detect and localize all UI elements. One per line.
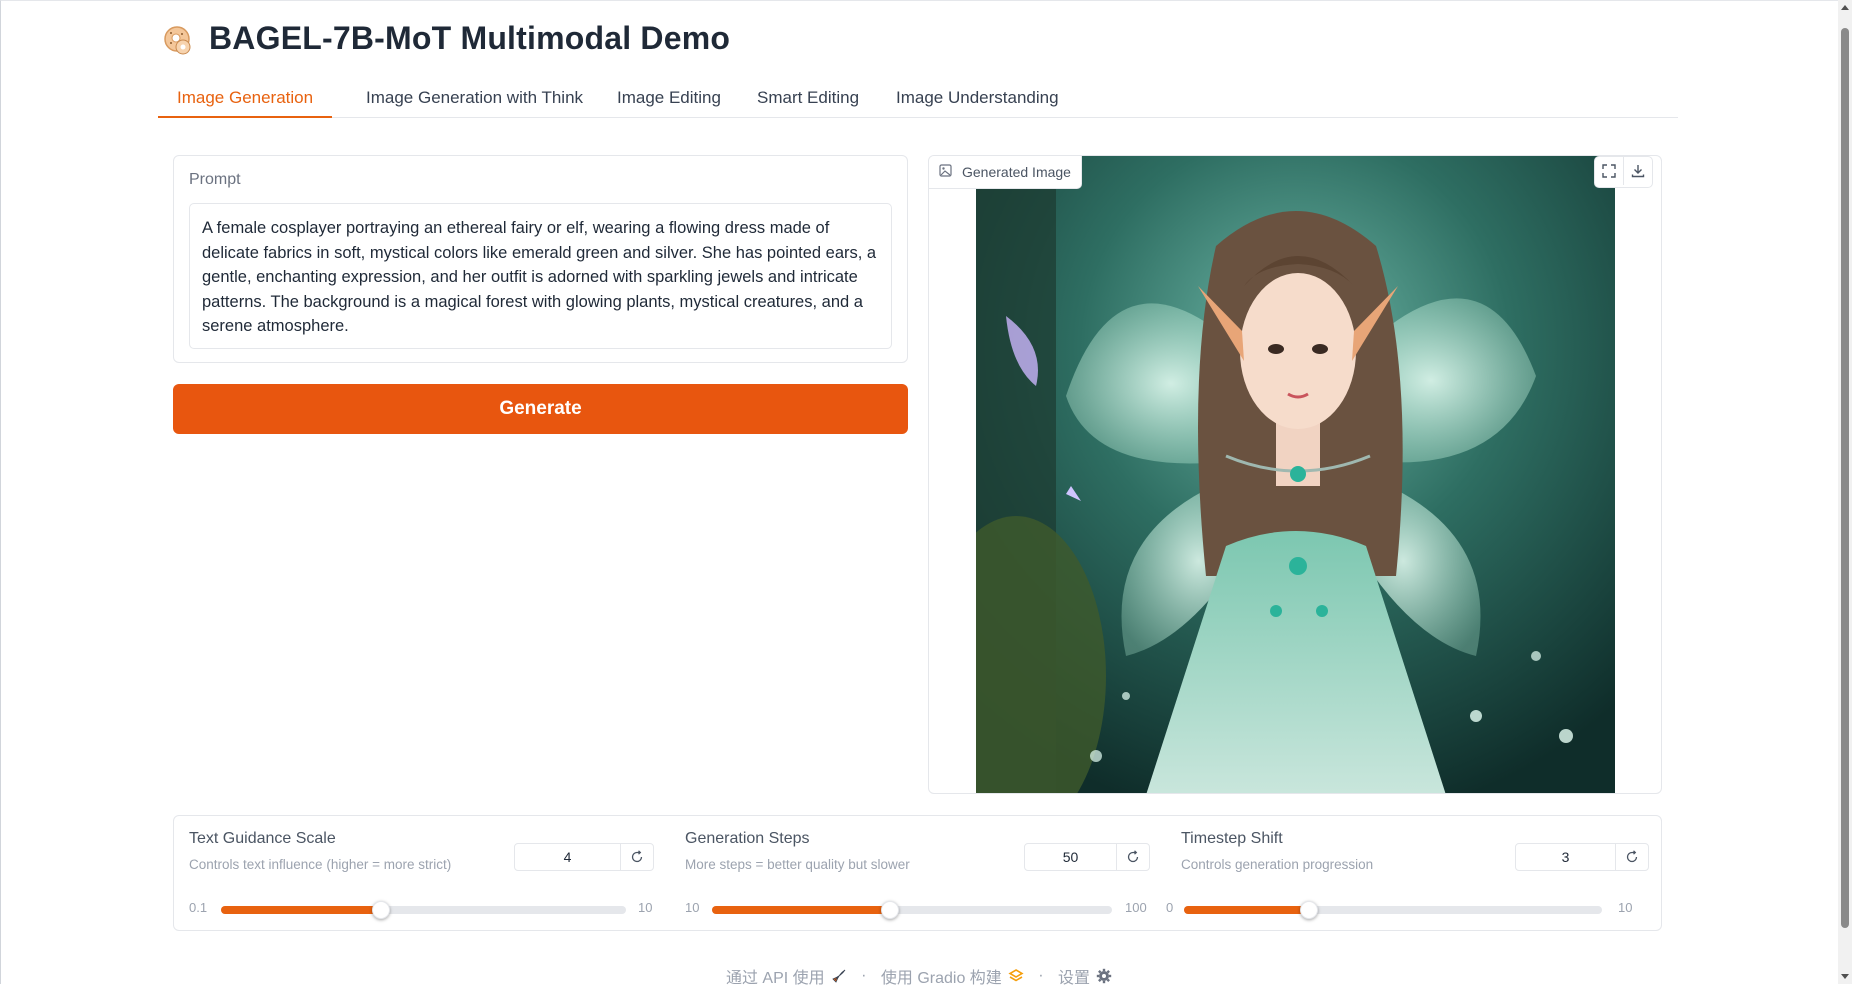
settings-panel: Text Guidance Scale Controls text influe… [173,815,1662,931]
tab-smart-editing[interactable]: Smart Editing [738,80,878,116]
image-actions [1594,156,1653,188]
bagel-icon [162,24,196,58]
slider-thumb[interactable] [371,901,390,919]
generated-image [976,156,1615,793]
tab-image-generation-with-think[interactable]: Image Generation with Think [347,80,602,116]
built-with-gradio-link[interactable]: 使用 Gradio 构建 [881,967,1024,987]
slider-max: 10 [1618,900,1633,915]
prompt-panel: Prompt A female cosplayer portraying an … [173,155,908,363]
generated-image-label-text: Generated Image [962,164,1071,180]
slider-fill [712,906,890,914]
footer-separator: · [1038,967,1044,984]
prompt-textarea[interactable]: A female cosplayer portraying an etherea… [189,203,892,349]
slider-min: 0.1 [189,900,208,915]
tab-image-editing[interactable]: Image Editing [598,80,740,116]
tab-image-generation[interactable]: Image Generation [158,80,333,118]
tab-image-understanding[interactable]: Image Understanding [877,80,1078,116]
slider-fill [221,906,381,914]
page-title: BAGEL-7B-MoT Multimodal Demo [209,20,731,56]
generated-image-label: Generated Image [929,156,1082,189]
rocket-icon [831,968,847,984]
slider-fill [1184,906,1310,914]
slider-value-input[interactable]: 50 [1025,844,1117,870]
footer: 通过 API 使用 · 使用 Gradio 构建 · 设置 [0,964,1838,988]
image-icon [939,164,962,180]
slider-track[interactable] [221,901,626,919]
slider-min: 0 [1166,900,1174,915]
reset-icon[interactable] [621,844,653,870]
slider-label: Timestep Shift [1181,830,1283,847]
generated-image-panel: Generated Image [928,155,1662,794]
slider-info: Controls generation progression [1181,857,1374,872]
slider-number-input: 3 [1515,843,1649,871]
slider-number-input: 4 [514,843,654,871]
generation-steps-slider: Generation Steps More steps = better qua… [670,816,1166,930]
gradio-logo-icon [1008,968,1024,984]
slider-track[interactable] [712,901,1112,919]
gear-icon [1096,968,1112,984]
timestep-shift-slider: Timestep Shift Controls generation progr… [1166,816,1662,930]
reset-icon[interactable] [1117,844,1149,870]
slider-value-input[interactable]: 3 [1516,844,1616,870]
slider-number-input: 50 [1024,843,1150,871]
slider-max: 10 [638,900,653,915]
fullscreen-icon[interactable] [1595,157,1623,185]
scroll-down-arrow-icon[interactable] [1838,970,1852,984]
scroll-up-arrow-icon[interactable] [1838,0,1852,14]
slider-label: Generation Steps [685,830,810,847]
use-via-api-link[interactable]: 通过 API 使用 [726,967,847,987]
download-icon[interactable] [1623,157,1652,185]
slider-track[interactable] [1184,901,1602,919]
slider-thumb[interactable] [1300,901,1319,919]
slider-min: 10 [685,900,700,915]
slider-max: 100 [1125,900,1147,915]
slider-label: Text Guidance Scale [189,830,336,847]
slider-info: More steps = better quality but slower [685,857,910,872]
slider-thumb[interactable] [880,901,899,919]
footer-separator: · [861,967,867,984]
slider-value-input[interactable]: 4 [515,844,621,870]
generate-button[interactable]: Generate [173,384,908,434]
prompt-label: Prompt [189,171,241,188]
reset-icon[interactable] [1616,844,1648,870]
settings-link[interactable]: 设置 [1058,967,1112,987]
scrollbar-thumb[interactable] [1841,28,1849,928]
page-scrollbar[interactable] [1838,0,1852,984]
tab-bar: Image Generation Image Generation with T… [158,80,1678,118]
text-guidance-scale-slider: Text Guidance Scale Controls text influe… [174,816,670,930]
slider-info: Controls text influence (higher = more s… [189,857,452,872]
